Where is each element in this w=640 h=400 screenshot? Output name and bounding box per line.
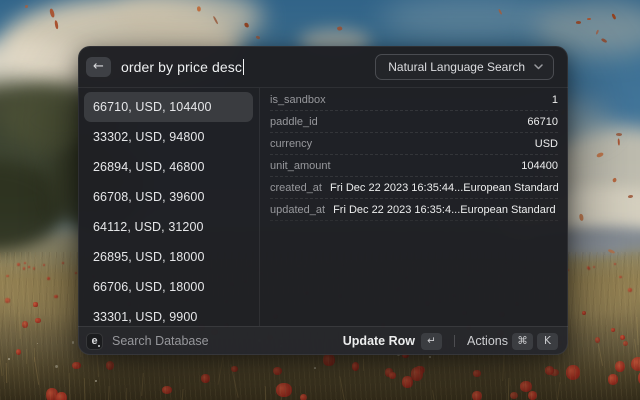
search-mode-dropdown[interactable]: Natural Language Search — [375, 54, 554, 80]
detail-value: USD — [320, 138, 558, 150]
list-item[interactable]: 33302, USD, 94800 — [84, 122, 253, 152]
search-query-text: order by price desc — [121, 59, 242, 75]
detail-value: 66710 — [326, 116, 558, 128]
update-row-button[interactable]: Update Row ↵ — [343, 333, 442, 350]
detail-row: currency USD — [270, 133, 558, 155]
search-input[interactable]: order by price desc — [121, 59, 375, 75]
list-item[interactable]: 26895, USD, 18000 — [84, 242, 253, 272]
command-name-label: Search Database — [112, 334, 209, 348]
detail-row: paddle_id 66710 — [270, 111, 558, 133]
screenshot-root: ← order by price desc Natural Language S… — [0, 0, 640, 400]
detail-panel: is_sandbox 1 paddle_id 66710 currency USD unit… — [260, 88, 568, 326]
list-item[interactable]: 66710, USD, 104400 — [84, 92, 253, 122]
extension-icon: e — [86, 333, 103, 350]
search-mode-label: Natural Language Search — [388, 60, 525, 74]
detail-key: is_sandbox — [270, 94, 326, 106]
list-item[interactable]: 33301, USD, 9900 — [84, 302, 253, 326]
enter-key-icon: ↵ — [421, 333, 442, 350]
detail-key: currency — [270, 138, 312, 150]
footer-bar: e Search Database Update Row ↵ Actions ⌘… — [78, 326, 568, 355]
detail-value: Fri Dec 22 2023 16:35:44...European Stan… — [330, 182, 558, 194]
command-key-icon: ⌘ — [512, 333, 533, 350]
detail-row: unit_amount 104400 — [270, 155, 558, 177]
actions-label: Actions — [467, 334, 508, 348]
text-caret — [243, 59, 245, 75]
list-item[interactable]: 26894, USD, 46800 — [84, 152, 253, 182]
back-button[interactable]: ← — [86, 57, 111, 77]
k-key-icon: K — [537, 333, 558, 350]
update-row-label: Update Row — [343, 334, 415, 348]
detail-key: paddle_id — [270, 116, 318, 128]
results-list: 66710, USD, 10440033302, USD, 9480026894… — [78, 88, 260, 326]
detail-key: created_at — [270, 182, 322, 194]
detail-key: updated_at — [270, 204, 325, 216]
detail-row: created_at Fri Dec 22 2023 16:35:44...Eur… — [270, 177, 558, 199]
footer-divider — [454, 335, 455, 347]
detail-value: Fri Dec 22 2023 16:35:4...European Stand… — [333, 204, 558, 216]
search-header: ← order by price desc Natural Language S… — [78, 46, 568, 88]
chevron-down-icon — [534, 64, 543, 70]
detail-row: is_sandbox 1 — [270, 89, 558, 111]
detail-row: updated_at Fri Dec 22 2023 16:35:4...Euro… — [270, 199, 558, 221]
detail-value: 104400 — [339, 160, 558, 172]
results-area: 66710, USD, 10440033302, USD, 9480026894… — [78, 88, 568, 326]
detail-value: 1 — [334, 94, 558, 106]
actions-button[interactable]: Actions ⌘ K — [467, 333, 558, 350]
list-item[interactable]: 64112, USD, 31200 — [84, 212, 253, 242]
launcher-window: ← order by price desc Natural Language S… — [78, 46, 568, 355]
list-item[interactable]: 66706, USD, 18000 — [84, 272, 253, 302]
list-item[interactable]: 66708, USD, 39600 — [84, 182, 253, 212]
detail-key: unit_amount — [270, 160, 331, 172]
